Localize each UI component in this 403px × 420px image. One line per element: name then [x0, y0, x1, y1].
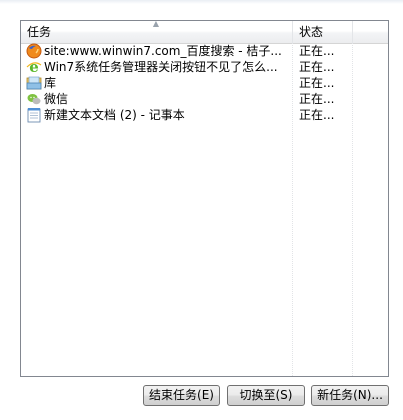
task-status: 正在... [299, 76, 335, 90]
new-task-button[interactable]: 新任务(N)... [311, 385, 389, 406]
task-row-library[interactable]: 库 正在... [21, 75, 388, 91]
firefox-icon [26, 43, 42, 59]
task-status: 正在... [299, 92, 335, 106]
notepad-icon [26, 107, 42, 123]
task-status: 正在... [299, 108, 335, 122]
task-rows: site:www.winwin7.com_百度搜索 - 桔子... 正在... … [21, 43, 388, 123]
task-manager-applications-tab: 任务 ▲ 状态 site:www.winwin7.com_百度搜索 - 桔子..… [0, 0, 403, 420]
task-row-notepad[interactable]: 新建文本文档 (2) - 记事本 正在... [21, 107, 388, 123]
task-row-firefox[interactable]: site:www.winwin7.com_百度搜索 - 桔子... 正在... [21, 43, 388, 59]
task-row-wechat[interactable]: 微信 正在... [21, 91, 388, 107]
task-status: 正在... [299, 60, 335, 74]
task-list[interactable]: 任务 ▲ 状态 site:www.winwin7.com_百度搜索 - 桔子..… [20, 20, 389, 377]
end-task-button[interactable]: 结束任务(E) [143, 385, 220, 406]
column-header-empty [353, 21, 388, 43]
column-header-task-label: 任务 [27, 25, 52, 39]
column-header-status-label: 状态 [299, 25, 324, 39]
task-list-header: 任务 ▲ 状态 [21, 21, 388, 44]
ie-icon: e [26, 58, 42, 76]
column-header-status[interactable]: 状态 [293, 21, 353, 43]
library-folder-icon [26, 75, 42, 91]
task-status: 正在... [299, 44, 335, 58]
wechat-icon [26, 91, 42, 107]
svg-text:e: e [29, 59, 39, 75]
task-row-ie[interactable]: e Win7系统任务管理器关闭按钮不见了怎么... 正在... [21, 58, 388, 76]
task-name: site:www.winwin7.com_百度搜索 - 桔子... [44, 44, 282, 58]
task-name: Win7系统任务管理器关闭按钮不见了怎么... [44, 60, 278, 74]
task-name: 微信 [44, 92, 69, 106]
task-name: 新建文本文档 (2) - 记事本 [44, 108, 185, 122]
task-name: 库 [44, 76, 57, 90]
switch-to-button[interactable]: 切换至(S) [227, 385, 305, 406]
sort-ascending-icon: ▲ [152, 20, 160, 28]
tab-top-strip [0, 0, 403, 4]
